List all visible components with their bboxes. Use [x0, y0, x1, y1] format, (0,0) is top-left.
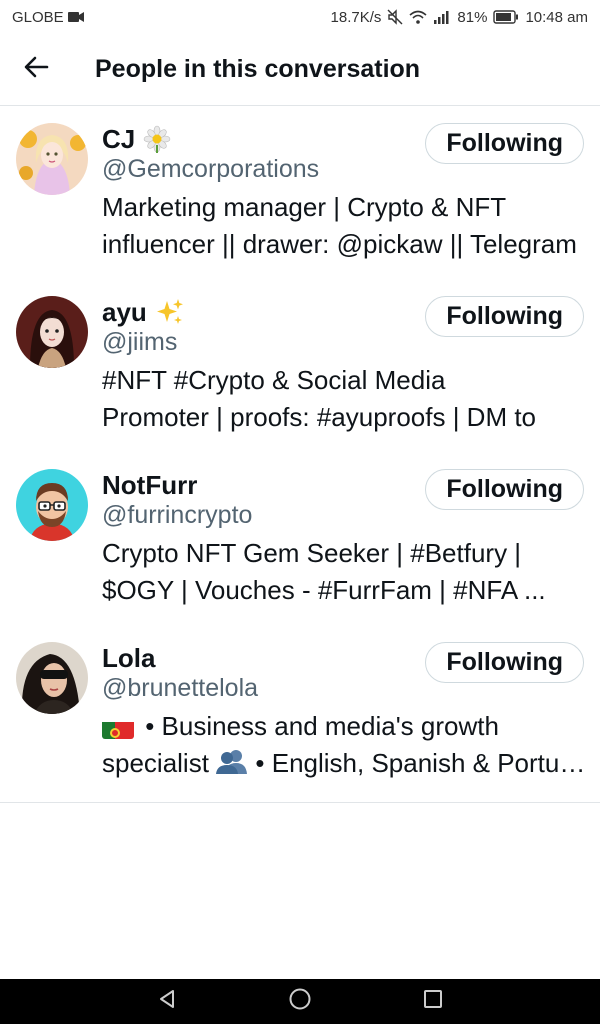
nav-back-button[interactable]	[147, 982, 187, 1022]
status-bar: GLOBE 18.7K/s 81% 10:48 am	[0, 0, 600, 34]
page-title: People in this conversation	[95, 55, 421, 83]
following-button[interactable]: Following	[425, 123, 584, 164]
following-button[interactable]: Following	[425, 642, 584, 683]
user-name[interactable]: Lola	[102, 643, 155, 674]
bio-line: Crypto NFT Gem Seeker | #Betfury |	[102, 538, 522, 568]
network-speed: 18.7K/s	[330, 8, 382, 26]
list-item[interactable]: Lola @brunettelola • Business and media'…	[0, 625, 600, 803]
back-button[interactable]	[0, 34, 72, 106]
user-bio: Marketing manager | Crypto & NFT influen…	[102, 189, 586, 263]
avatar[interactable]	[16, 469, 88, 541]
avatar[interactable]	[16, 296, 88, 368]
mute-icon	[387, 9, 403, 25]
list-item[interactable]: ayu @jiims #NFT #Crypto & Social Media P…	[0, 279, 600, 452]
circle-home-icon	[288, 987, 312, 1016]
clock: 10:48 am	[525, 8, 588, 26]
user-bio: Crypto NFT Gem Seeker | #Betfury | $OGY …	[102, 535, 586, 609]
battery-percent: 81%	[457, 8, 488, 26]
wifi-icon	[409, 10, 427, 24]
bio-line: influencer || drawer: @pickaw || Telegra…	[102, 229, 577, 259]
bio-line: specialist • English, Spanish & Portugue…	[102, 745, 586, 784]
carrier-label: GLOBE	[12, 8, 64, 26]
people-list: CJ @Gemcorporations Marketing manager | …	[0, 106, 600, 803]
avatar[interactable]	[16, 123, 88, 195]
portugal-flag-icon	[102, 717, 134, 740]
bio-line-text: specialist	[102, 748, 209, 778]
nav-home-button[interactable]	[280, 982, 320, 1022]
flower-emoji-icon	[143, 125, 171, 153]
nav-recents-button[interactable]	[413, 982, 453, 1022]
user-name[interactable]: NotFurr	[102, 470, 197, 501]
user-bio: #NFT #Crypto & Social Media Promoter | p…	[102, 362, 586, 436]
avatar[interactable]	[16, 642, 88, 714]
bio-line: #NFT #Crypto & Social Media	[102, 365, 446, 395]
list-item[interactable]: CJ @Gemcorporations Marketing manager | …	[0, 106, 600, 279]
signal-icon	[433, 10, 451, 24]
video-camera-icon	[67, 11, 84, 23]
user-name[interactable]: ayu	[102, 297, 147, 328]
list-item[interactable]: NotFurr @furrincrypto Crypto NFT Gem See…	[0, 452, 600, 625]
following-button[interactable]: Following	[425, 469, 584, 510]
bio-line: Marketing manager | Crypto & NFT	[102, 192, 507, 222]
back-arrow-icon	[23, 55, 49, 84]
people-emoji-icon	[216, 747, 248, 784]
sparkles-emoji-icon	[155, 297, 185, 327]
square-recents-icon	[422, 988, 444, 1015]
bio-line: • Business and media's growth	[102, 708, 586, 745]
battery-icon	[493, 10, 519, 24]
user-bio: • Business and media's growth specialist…	[102, 708, 586, 784]
header: People in this conversation	[0, 34, 600, 106]
system-nav-bar	[0, 979, 600, 1024]
triangle-back-icon	[156, 988, 178, 1015]
bio-line-text: • Business and media's growth	[145, 711, 499, 741]
bio-line-text: • English, Spanish & Portuguese	[255, 748, 586, 778]
user-name[interactable]: CJ	[102, 124, 135, 155]
bio-line: $OGY | Vouches - #FurrFam | #NFA ...	[102, 575, 546, 605]
bio-line: Promoter | proofs: #ayuproofs | DM to	[102, 402, 537, 432]
following-button[interactable]: Following	[425, 296, 584, 337]
